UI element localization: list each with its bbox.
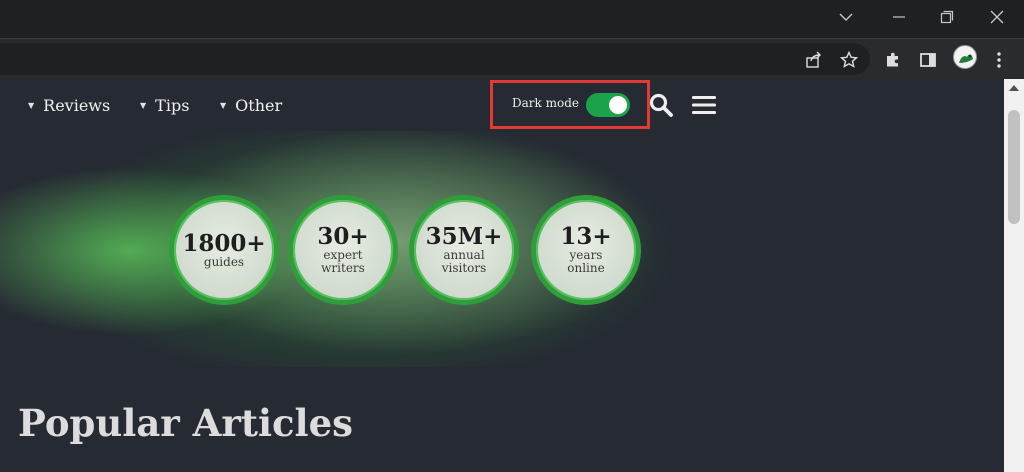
stat-number: 35M+	[425, 223, 503, 251]
stat-number: 1800+	[182, 229, 266, 257]
nav-item-tips[interactable]: ▼ Tips	[140, 94, 189, 116]
browser-menu-button[interactable]	[986, 47, 1012, 73]
stat-years: 13+ years online	[531, 195, 641, 305]
stat-label-line2: online	[567, 261, 605, 276]
tab-search-button[interactable]	[823, 0, 869, 34]
caret-down-icon: ▼	[140, 100, 147, 110]
toggle-knob	[609, 96, 627, 114]
search-icon	[649, 93, 673, 117]
search-button[interactable]	[648, 92, 674, 118]
minimize-icon	[893, 16, 905, 18]
page-scrollbar[interactable]	[1004, 79, 1024, 472]
stat-number: 13+	[560, 223, 612, 251]
scrollbar-thumb[interactable]	[1008, 110, 1020, 224]
scroll-up-arrow-icon[interactable]	[1009, 85, 1019, 91]
side-panel-icon	[920, 53, 936, 67]
browser-toolbar	[0, 38, 1024, 79]
minimize-button[interactable]	[876, 0, 922, 34]
address-bar[interactable]	[0, 43, 870, 75]
share-button[interactable]	[801, 47, 827, 73]
stat-writers: 30+ expert writers	[288, 195, 398, 305]
hamburger-menu-button[interactable]	[691, 93, 717, 117]
close-icon	[990, 10, 1004, 24]
stat-guides: 1800+ guides	[169, 195, 279, 305]
restore-icon	[940, 10, 954, 24]
nav-item-label: Other	[235, 95, 283, 115]
popular-articles-heading: Popular Articles	[18, 401, 353, 445]
stat-visitors: 35M+ annual visitors	[409, 195, 519, 305]
browser-titlebar	[0, 0, 1024, 38]
chevron-down-icon	[839, 13, 853, 21]
restore-button[interactable]	[924, 0, 970, 34]
dark-mode-toggle[interactable]	[586, 93, 630, 117]
more-vertical-icon	[997, 52, 1001, 68]
nav-item-reviews[interactable]: ▼ Reviews	[28, 94, 110, 116]
web-page: ▼ Reviews ▼ Tips ▼ Other Dark mode 1800+…	[0, 79, 1004, 472]
caret-down-icon: ▼	[28, 100, 35, 110]
dark-mode-label: Dark mode	[512, 96, 579, 110]
stat-label-line2: writers	[321, 261, 365, 276]
stat-label-line2: visitors	[441, 261, 487, 276]
site-navigation: ▼ Reviews ▼ Tips ▼ Other Dark mode	[0, 79, 1004, 131]
share-icon	[806, 51, 821, 68]
nav-item-other[interactable]: ▼ Other	[220, 94, 282, 116]
nav-item-label: Tips	[155, 95, 190, 115]
close-button[interactable]	[974, 0, 1020, 34]
puzzle-icon	[887, 52, 898, 67]
hamburger-icon	[692, 96, 716, 114]
profile-avatar[interactable]	[953, 45, 977, 69]
nav-item-label: Reviews	[43, 95, 111, 115]
extensions-button[interactable]	[880, 47, 906, 73]
bookmark-button[interactable]	[836, 47, 862, 73]
star-icon	[840, 51, 858, 68]
side-panel-button[interactable]	[915, 47, 941, 73]
caret-down-icon: ▼	[220, 100, 227, 110]
stat-label: guides	[203, 254, 245, 269]
stat-number: 30+	[317, 223, 369, 251]
